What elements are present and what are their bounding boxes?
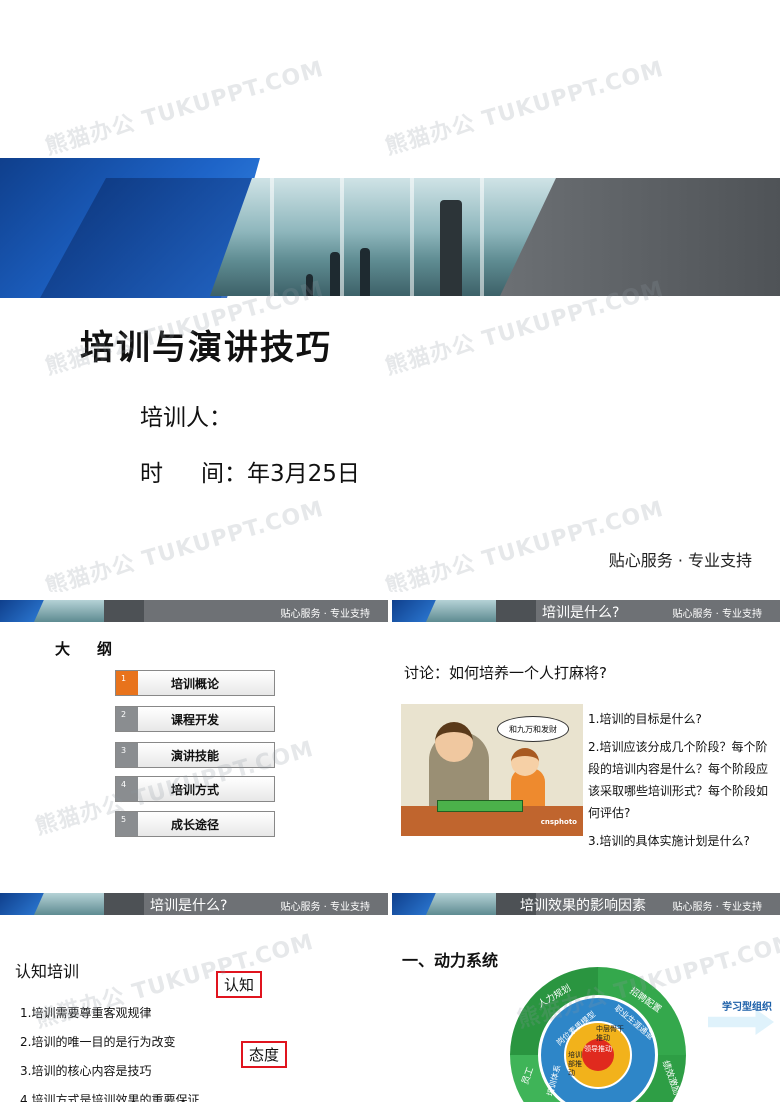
cognition-point: 4.培训方式是培训效果的重要保证 <box>20 1093 200 1102</box>
outline-item-label: 成长途径 <box>171 818 220 832</box>
outline-heading: 大 纲 <box>55 640 119 658</box>
strip-slogan: 贴心服务 · 专业支持 <box>672 609 762 620</box>
image-watermark: cnsphoto <box>540 818 577 826</box>
outline-item-label: 培训概论 <box>171 677 220 691</box>
outline-item-4[interactable]: 4 培训方式 <box>115 776 275 802</box>
factors-heading: 一、动力系统 <box>402 951 499 970</box>
outline-item-3[interactable]: 3 演讲技能 <box>115 742 275 768</box>
mahjong-cartoon-image: 和九万和发财 cnsphoto <box>401 704 583 836</box>
watermark: 熊猫办公 TUKUPPT.COM <box>382 496 667 592</box>
strip-slogan: 贴心服务 · 专业支持 <box>280 902 370 913</box>
cognition-points: 1.培训需要尊重客观规律 2.培训的唯一目的是行为改变 3.培训的核心内容是技巧… <box>20 999 199 1102</box>
title-slide: 培训与演讲技巧 培训人： 时 间：年3月25日 贴心服务 · 专业支持 熊猫办公 … <box>0 0 780 592</box>
discussion-point: 3.培训的具体实施计划是什么? <box>588 834 750 848</box>
factors-slide: 培训效果的影响因素 贴心服务 · 专业支持 一、动力系统 领导推动 人力规划 招… <box>392 893 780 1102</box>
time-value: 年3月25日 <box>247 461 360 487</box>
slide-header-title: 培训效果的影响因素 <box>520 898 646 914</box>
outline-item-1[interactable]: 1 培训概论 <box>115 670 275 696</box>
cognition-heading: 认知培训 <box>15 962 80 981</box>
wheel-label: 培训部推动 <box>568 1051 582 1077</box>
slide-header-strip: 培训效果的影响因素 贴心服务 · 专业支持 <box>392 893 780 915</box>
discussion-points: 1.培训的目标是什么? 2.培训应该分成几个阶段？每个阶段的培训内容是什么？每个… <box>588 708 772 858</box>
time-label-a: 时 <box>140 461 163 487</box>
discussion-point: 2.培训应该分成几个阶段？每个阶段的培训内容是什么？每个阶段应该采取哪些培训形式… <box>588 740 769 820</box>
attitude-tag: 态度 <box>241 1041 288 1068</box>
cognition-point: 2.培训的唯一目的是行为改变 <box>20 1035 176 1049</box>
trainer-label: 培训人： <box>140 405 232 431</box>
slogan: 贴心服务 · 专业支持 <box>608 551 752 570</box>
slide-header-title: 培训是什么? <box>542 605 620 621</box>
slide-header-title: 培训是什么? <box>150 898 228 914</box>
strip-slogan: 贴心服务 · 专业支持 <box>672 902 762 913</box>
outline-slide[interactable]: 贴心服务 · 专业支持 大 纲 1 培训概论 2 课程开发 3 演讲技能 4 培… <box>0 600 388 870</box>
outline-item-number: 1 <box>116 671 138 695</box>
presentation-title: 培训与演讲技巧 <box>80 328 332 368</box>
watermark: 熊猫办公 TUKUPPT.COM <box>42 496 327 592</box>
motivation-wheel-core: 领导推动 <box>582 1039 614 1071</box>
cognition-tag: 认知 <box>216 971 263 998</box>
outline-item-number: 5 <box>116 812 138 836</box>
outline-item-label: 培训方式 <box>171 783 220 797</box>
outline-item-label: 演讲技能 <box>171 749 220 763</box>
slide-header-strip: 贴心服务 · 专业支持 <box>0 600 388 622</box>
outline-item-number: 4 <box>116 777 138 801</box>
outline-item-number: 3 <box>116 743 138 767</box>
slide-header-strip: 培训是什么? 贴心服务 · 专业支持 <box>392 600 780 622</box>
banner-office-photo <box>210 178 560 296</box>
outline-item-5[interactable]: 5 成长途径 <box>115 811 275 837</box>
wheel-label: 中层骨干推动 <box>596 1025 624 1042</box>
slide-header-strip: 培训是什么? 贴心服务 · 专业支持 <box>0 893 388 915</box>
outline-item-number: 2 <box>116 707 138 731</box>
discussion-question: 讨论：如何培养一个人打麻将? <box>404 664 607 682</box>
cognition-slide: 培训是什么? 贴心服务 · 专业支持 认知培训 认知 态度 1.培训需要尊重客观… <box>0 893 388 1102</box>
discussion-slide: 培训是什么? 贴心服务 · 专业支持 讨论：如何培养一个人打麻将? 和九万和发财… <box>392 600 780 870</box>
outline-item-label: 课程开发 <box>171 713 220 727</box>
strip-slogan: 贴心服务 · 专业支持 <box>280 609 370 620</box>
learning-organization-label: 学习型组织 <box>722 1002 772 1013</box>
cognition-point: 1.培训需要尊重客观规律 <box>20 1006 152 1020</box>
speech-bubble: 和九万和发财 <box>497 716 569 742</box>
watermark: 熊猫办公 TUKUPPT.COM <box>382 56 667 161</box>
discussion-point: 1.培训的目标是什么? <box>588 712 702 726</box>
watermark: 熊猫办公 TUKUPPT.COM <box>42 56 327 161</box>
time-row: 时 间：年3月25日 <box>140 454 360 488</box>
time-label-b: 间： <box>201 461 247 487</box>
cognition-point: 3.培训的核心内容是技巧 <box>20 1064 152 1078</box>
outline-item-2[interactable]: 2 课程开发 <box>115 706 275 732</box>
